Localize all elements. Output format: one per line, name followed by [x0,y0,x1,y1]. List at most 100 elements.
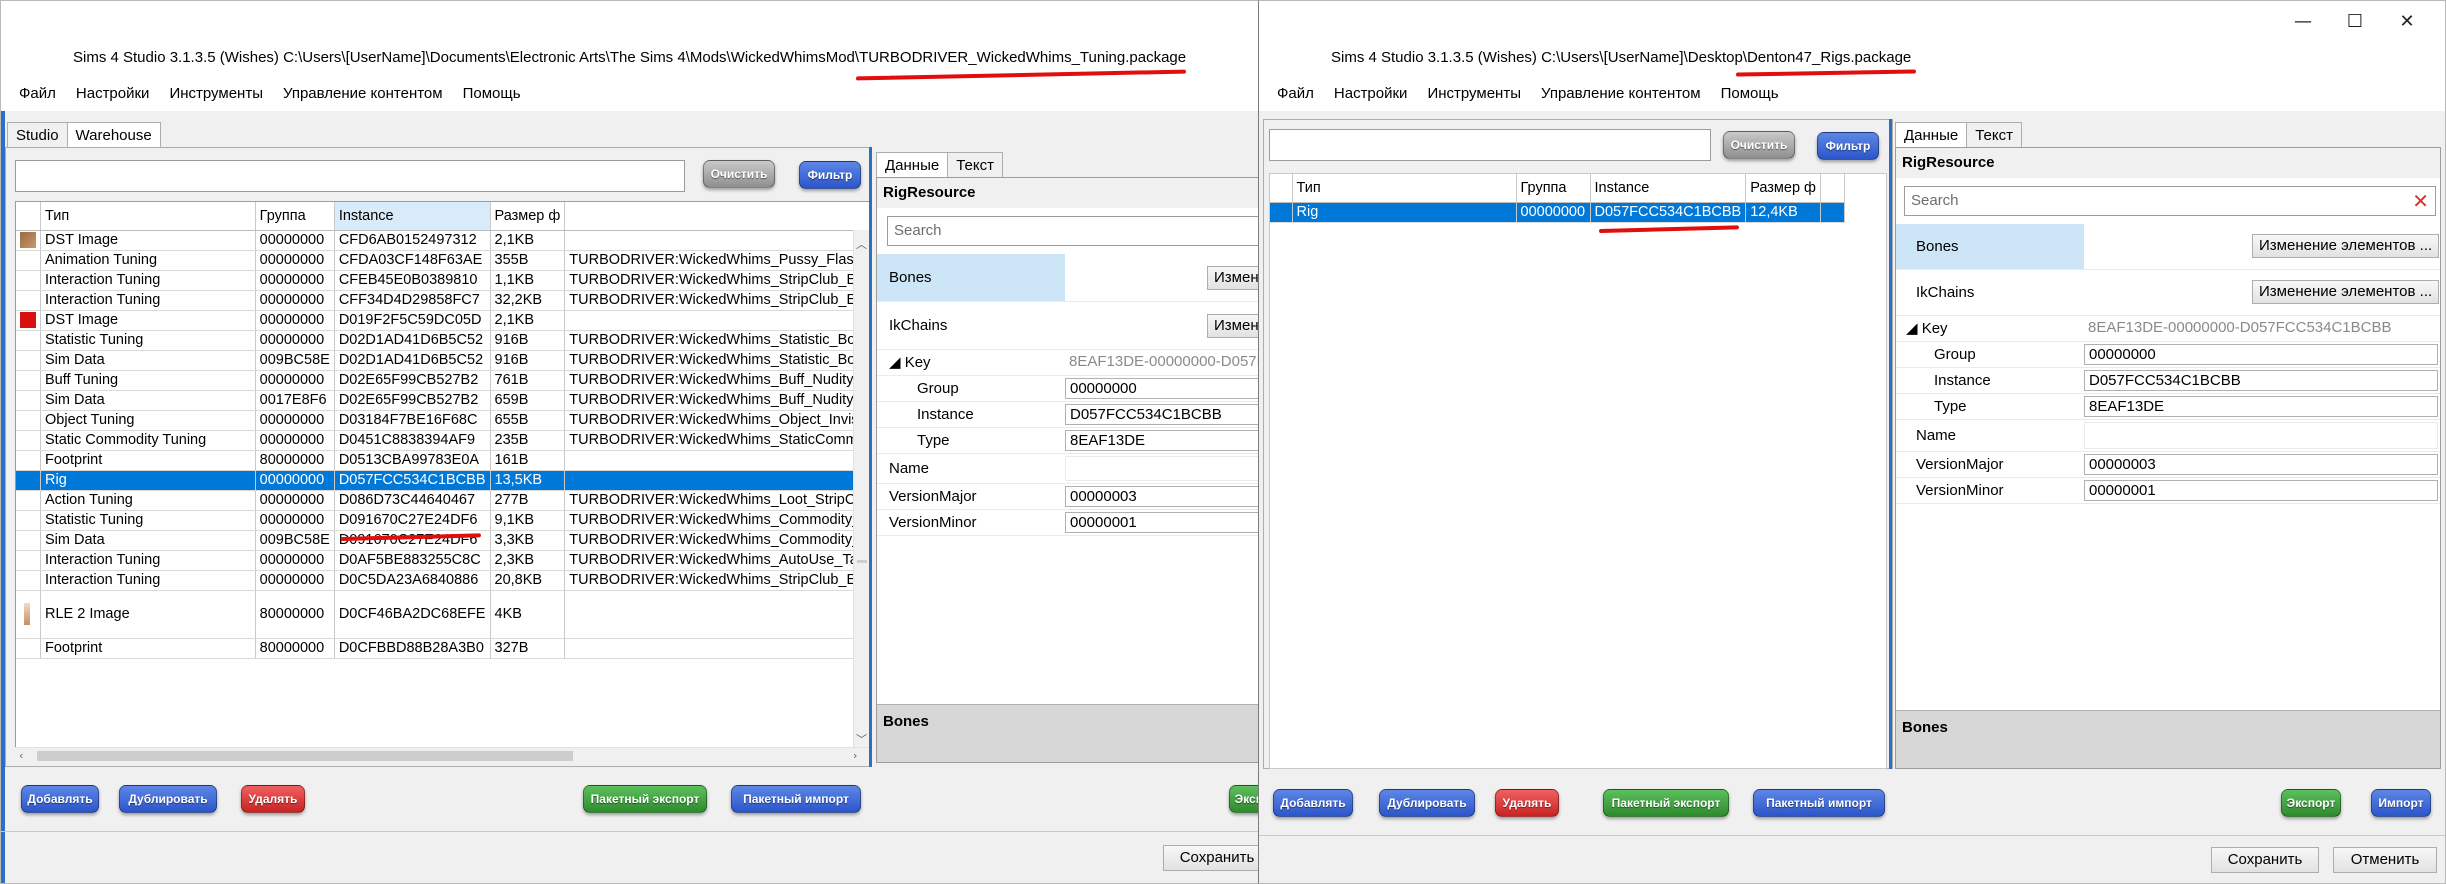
prop-group-input[interactable]: 00000000 [2084,344,2438,365]
table-row[interactable]: Animation Tuning 00000000 CFDA03CF148F63AE… [16,250,870,271]
expand-triangle-icon[interactable]: ◢ [889,354,905,371]
delete-button[interactable]: Удалять [1495,789,1559,817]
tab-studio[interactable]: Studio [7,122,68,148]
column-group[interactable]: Группа [1516,174,1591,203]
splitter[interactable] [1889,119,1892,769]
batch-import-button[interactable]: Пакетный импорт [1753,789,1885,817]
prop-vmajor-input[interactable]: 00000003 [1065,486,1261,507]
tab-text[interactable]: Текст [947,152,1003,178]
delete-button[interactable]: Удалять [241,785,305,813]
prop-vmajor-input[interactable]: 00000003 [2084,454,2438,475]
horizontal-scroll-thumb[interactable] [37,751,573,761]
tab-warehouse[interactable]: Warehouse [66,122,161,148]
prop-type-input[interactable]: 8EAF13DE [1065,430,1261,451]
menu-tools[interactable]: Инструменты [159,81,273,109]
save-button[interactable]: Сохранить [1163,845,1261,871]
prop-name-input[interactable] [2084,422,2438,449]
cancel-button[interactable]: Отменить [2333,847,2437,873]
bones-edit-button[interactable]: Изменение элементов ... [2252,234,2440,258]
table-row[interactable]: Action Tuning 00000000 D086D73C44640467 277… [16,490,870,511]
scroll-right-icon[interactable]: › [853,749,857,762]
table-row[interactable]: Buff Tuning 00000000 D02E65F99CB527B2 761B T… [16,370,870,391]
prop-key-label[interactable]: ◢ Key [877,350,931,375]
menu-help[interactable]: Помощь [453,81,531,109]
expand-triangle-icon[interactable]: ◢ [1906,320,1922,337]
ikchains-edit-button[interactable]: Изменение элементов ... [1207,314,1261,338]
batch-export-button[interactable]: Пакетный экспорт [1603,789,1729,817]
clear-button[interactable]: Очистить [703,160,775,188]
table-row[interactable]: Rig 00000000 D057FCC534C1BCBB 13,5KB [16,470,870,491]
table-row[interactable]: Interaction Tuning 00000000 D0AF5BE883255C… [16,550,870,571]
table-row[interactable]: Sim Data 0017E8F6 D02E65F99CB527B2 659B TURB… [16,390,870,411]
save-button[interactable]: Сохранить [2211,847,2319,873]
vertical-scroll-thumb[interactable] [857,560,867,563]
search-input[interactable] [15,160,685,192]
add-button[interactable]: Добавлять [1273,789,1353,817]
column-type[interactable]: Тип [40,202,256,231]
add-button[interactable]: Добавлять [21,785,99,813]
column-name[interactable] [564,202,870,231]
scroll-left-icon[interactable]: ‹ [19,749,23,762]
prop-type-input[interactable]: 8EAF13DE [2084,396,2438,417]
menu-file[interactable]: Файл [9,81,66,109]
menu-tools[interactable]: Инструменты [1417,81,1531,109]
menu-settings[interactable]: Настройки [66,81,160,109]
menu-content-management[interactable]: Управление контентом [1531,81,1711,109]
table-row[interactable]: Rig 00000000 D057FCC534C1BCBB 12,4KB [1270,202,1845,223]
menu-settings[interactable]: Настройки [1324,81,1418,109]
table-row[interactable]: Interaction Tuning 00000000 D0C5DA23A68408… [16,570,870,591]
search-input[interactable] [1269,129,1711,161]
column-size[interactable]: Размер ф [490,202,566,231]
table-row[interactable]: Interaction Tuning 00000000 CFEB45E0B03898… [16,270,870,291]
column-group[interactable]: Группа [255,202,335,231]
splitter[interactable] [869,147,872,767]
prop-vminor-input[interactable]: 00000001 [2084,480,2438,501]
prop-key-label[interactable]: ◢ Key [1896,316,1948,341]
filter-button[interactable]: Фильтр [1817,132,1879,160]
property-search-input[interactable]: Search ✕ [1904,186,2436,216]
menu-content-management[interactable]: Управление контентом [273,81,453,109]
prop-vminor-input[interactable]: 00000001 [1065,512,1261,533]
scroll-down-icon[interactable]: ﹀ [856,731,867,747]
maximize-icon[interactable]: ☐ [2333,7,2377,37]
import-button[interactable]: Импорт [2371,789,2431,817]
table-row[interactable]: Sim Data 009BC58E D091670C27E24DF6 3,3KB TUR… [16,530,870,551]
column-type[interactable]: Тип [1292,174,1517,203]
filter-button[interactable]: Фильтр [799,161,861,189]
menu-file[interactable]: Файл [1267,81,1324,109]
close-icon[interactable]: ✕ [2385,7,2429,37]
table-row[interactable]: Object Tuning 00000000 D03184F7BE16F68C 655… [16,410,870,431]
table-row[interactable]: Sim Data 009BC58E D02D1AD41D6B5C52 916B TURB… [16,350,870,371]
table-row[interactable]: DST Image 00000000 D019F2F5C59DC05D 2,1KB [16,310,870,331]
prop-instance-input[interactable]: D057FCC534C1BCBB [1065,404,1261,425]
tab-data[interactable]: Данные [1895,122,1968,148]
grid-horizontal-scrollbar[interactable]: ‹ › [15,747,871,763]
table-row[interactable]: DST Image 00000000 CFD6AB0152497312 2,1KB [16,230,870,251]
column-instance[interactable]: Instance [334,202,491,231]
table-row[interactable]: RLE 2 Image 80000000 D0CF46BA2DC68EFE 4KB [16,590,870,639]
table-row[interactable]: Interaction Tuning 00000000 CFF34D4D29858F… [16,290,870,311]
prop-instance-input[interactable]: D057FCC534C1BCBB [2084,370,2438,391]
prop-name-input[interactable] [1065,456,1261,481]
table-row[interactable]: Static Commodity Tuning 00000000 D0451C883… [16,430,870,451]
duplicate-button[interactable]: Дублировать [119,785,217,813]
menu-help[interactable]: Помощь [1711,81,1789,109]
bones-edit-button[interactable]: Изменение элементов ... [1207,266,1261,290]
table-row[interactable]: Footprint 80000000 D0CFBBD88B28A3B0 327B [16,638,870,659]
minimize-icon[interactable]: — [2281,7,2325,37]
prop-group-input[interactable]: 00000000 [1065,378,1261,399]
batch-import-button[interactable]: Пакетный импорт [731,785,861,813]
grid-vertical-scrollbar[interactable]: ︿ ﹀ [853,230,869,749]
tab-text[interactable]: Текст [1966,122,2022,148]
table-row[interactable]: Statistic Tuning 00000000 D091670C27E24DF6… [16,510,870,531]
ikchains-edit-button[interactable]: Изменение элементов ... [2252,280,2440,304]
tab-data[interactable]: Данные [876,152,949,178]
export-button[interactable]: Экспорт [2281,789,2341,817]
column-instance[interactable]: Instance [1590,174,1747,203]
property-search-input[interactable]: Search [887,216,1261,246]
table-row[interactable]: Footprint 80000000 D0513CBA99783E0A 161B [16,450,870,471]
column-size[interactable]: Размер ф [1745,174,1821,203]
table-row[interactable]: Statistic Tuning 00000000 D02D1AD41D6B5C52… [16,330,870,351]
batch-export-button[interactable]: Пакетный экспорт [583,785,707,813]
duplicate-button[interactable]: Дублировать [1379,789,1475,817]
